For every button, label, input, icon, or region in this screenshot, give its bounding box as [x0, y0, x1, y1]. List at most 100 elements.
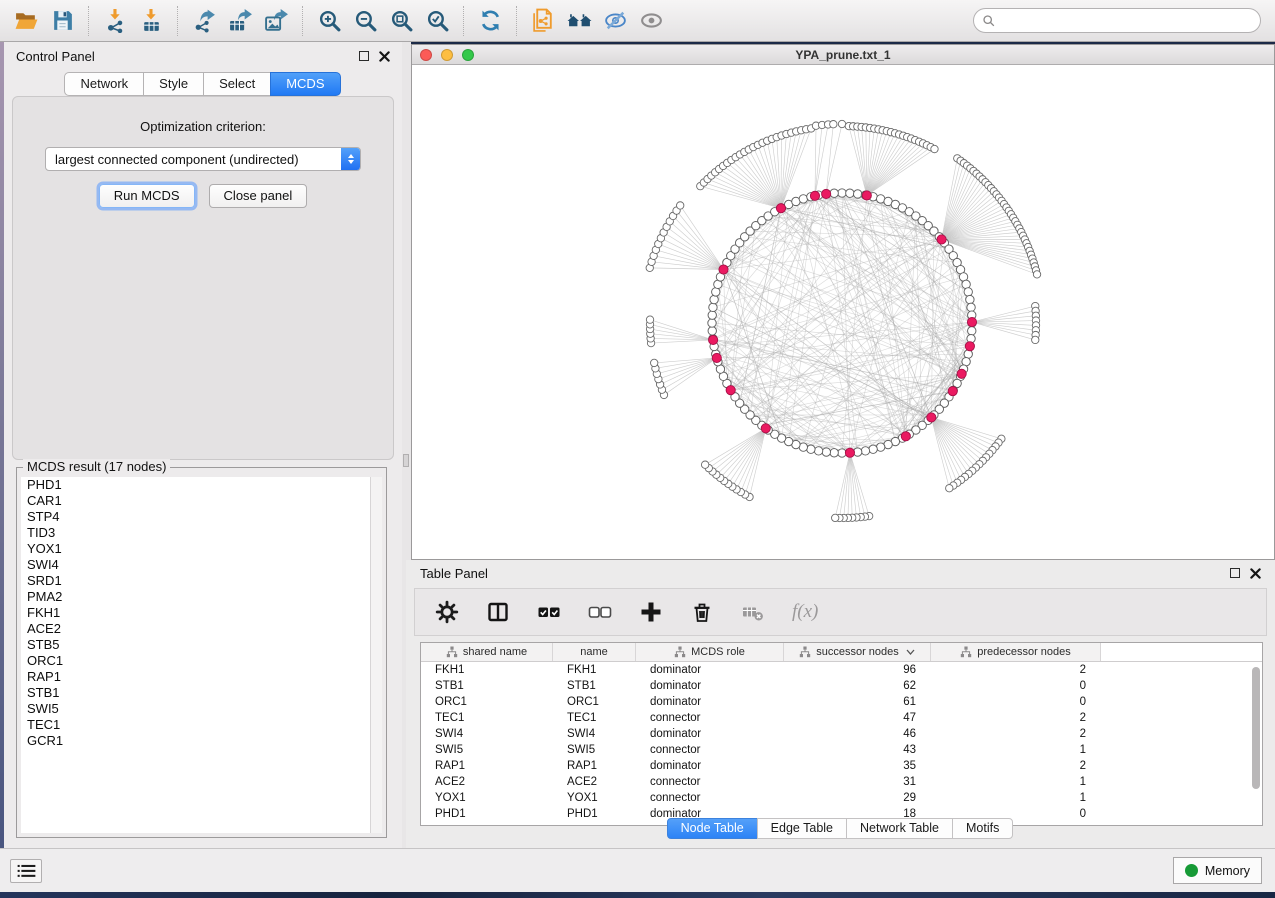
table-row[interactable]: STB1STB1dominator620	[421, 678, 1262, 694]
tab-edge-table[interactable]: Edge Table	[757, 818, 847, 839]
float-table-panel-icon[interactable]	[1230, 568, 1240, 578]
mcds-panel: Optimization criterion: largest connecte…	[12, 96, 394, 460]
import-table-icon[interactable]	[133, 5, 169, 37]
float-panel-icon[interactable]	[359, 51, 369, 61]
splitter-handle[interactable]	[403, 454, 409, 467]
cell-MCDS-role: connector	[636, 742, 784, 758]
tab-style[interactable]: Style	[143, 72, 204, 96]
cell-MCDS-role: dominator	[636, 662, 784, 678]
cell-shared-name: SWI4	[421, 726, 553, 742]
show-eye-icon[interactable]	[633, 5, 669, 37]
column-header-shared-name[interactable]: shared name	[421, 643, 553, 661]
deselect-all-checkboxes-icon[interactable]	[588, 600, 612, 624]
tab-network[interactable]: Network	[64, 72, 144, 96]
split-columns-icon[interactable]	[486, 600, 510, 624]
mcds-result-item[interactable]: STP4	[21, 509, 382, 525]
refresh-icon[interactable]	[472, 5, 508, 37]
close-panel-button[interactable]: Close panel	[209, 184, 308, 208]
table-row[interactable]: TEC1TEC1connector472	[421, 710, 1262, 726]
mcds-result-item[interactable]: ORC1	[21, 653, 382, 669]
table-row[interactable]: SWI4SWI4dominator462	[421, 726, 1262, 742]
mcds-result-item[interactable]: SRD1	[21, 573, 382, 589]
memory-button[interactable]: Memory	[1173, 857, 1262, 884]
mcds-result-item[interactable]: YOX1	[21, 541, 382, 557]
table-bottom-tabs: Node TableEdge TableNetwork TableMotifs	[406, 818, 1275, 839]
network-window-titlebar[interactable]: YPA_prune.txt_1	[412, 45, 1274, 65]
control-panel-tabs: NetworkStyleSelectMCDS	[4, 72, 402, 96]
export-image-icon[interactable]	[258, 5, 294, 37]
open-session-icon[interactable]	[8, 5, 44, 37]
mcds-result-item[interactable]: PHD1	[21, 477, 382, 493]
mcds-result-item[interactable]: FKH1	[21, 605, 382, 621]
mcds-result-item[interactable]: PMA2	[21, 589, 382, 605]
function-builder-icon[interactable]: f(x)	[792, 601, 818, 623]
criterion-select[interactable]: largest connected component (undirected)	[45, 147, 361, 171]
export-network-icon[interactable]	[186, 5, 222, 37]
tab-node-table[interactable]: Node Table	[667, 818, 758, 839]
column-header-successor-nodes[interactable]: successor nodes	[784, 643, 931, 661]
window-close-icon[interactable]	[420, 49, 432, 61]
close-table-panel-icon[interactable]	[1250, 568, 1261, 579]
mcds-list-scrollbar[interactable]	[370, 477, 382, 833]
table-row[interactable]: ORC1ORC1dominator610	[421, 694, 1262, 710]
search-input[interactable]	[996, 11, 1260, 31]
cell-name: YOX1	[553, 790, 636, 806]
mcds-result-item[interactable]: STB1	[21, 685, 382, 701]
export-table-icon[interactable]	[222, 5, 258, 37]
mcds-result-item[interactable]: SWI5	[21, 701, 382, 717]
mcds-result-list[interactable]: PHD1CAR1STP4TID3YOX1SWI4SRD1PMA2FKH1ACE2…	[21, 477, 382, 833]
status-bar: Memory	[0, 848, 1275, 892]
table-row[interactable]: FKH1FKH1dominator962	[421, 662, 1262, 678]
network-canvas[interactable]	[412, 65, 1274, 559]
mcds-result-item[interactable]: RAP1	[21, 669, 382, 685]
zoom-in-icon[interactable]	[311, 5, 347, 37]
mcds-result-item[interactable]: TEC1	[21, 717, 382, 733]
table-scrollbar[interactable]	[1251, 664, 1261, 823]
zoom-fit-icon[interactable]	[383, 5, 419, 37]
cell-MCDS-role: connector	[636, 790, 784, 806]
home-pages-icon[interactable]	[561, 5, 597, 37]
tab-mcds[interactable]: MCDS	[270, 72, 340, 96]
column-header-name[interactable]: name	[553, 643, 636, 661]
delete-column-icon[interactable]	[690, 600, 714, 624]
table-row[interactable]: ACE2ACE2connector311	[421, 774, 1262, 790]
window-minimize-icon[interactable]	[441, 49, 453, 61]
mcds-result-item[interactable]: ACE2	[21, 621, 382, 637]
tab-network-table[interactable]: Network Table	[846, 818, 953, 839]
toolbar-separator	[516, 6, 517, 36]
cell-name: SWI5	[553, 742, 636, 758]
run-mcds-button[interactable]: Run MCDS	[99, 184, 195, 208]
column-header-predecessor-nodes[interactable]: predecessor nodes	[931, 643, 1101, 661]
window-zoom-icon[interactable]	[462, 49, 474, 61]
cell-MCDS-role: connector	[636, 710, 784, 726]
zoom-out-icon[interactable]	[347, 5, 383, 37]
table-row[interactable]: YOX1YOX1connector291	[421, 790, 1262, 806]
table-row[interactable]: RAP1RAP1dominator352	[421, 758, 1262, 774]
table-scrollbar-thumb[interactable]	[1252, 667, 1260, 789]
cell-name: TEC1	[553, 710, 636, 726]
task-history-button[interactable]	[10, 859, 42, 883]
cell-predecessor-nodes: 2	[931, 726, 1101, 742]
mcds-result-item[interactable]: STB5	[21, 637, 382, 653]
gear-icon[interactable]	[435, 600, 459, 624]
mcds-result-item[interactable]: SWI4	[21, 557, 382, 573]
save-session-icon[interactable]	[44, 5, 80, 37]
search-field[interactable]	[973, 8, 1261, 33]
hide-style-icon[interactable]	[597, 5, 633, 37]
select-all-checkboxes-icon[interactable]	[537, 600, 561, 624]
mcds-result-items: PHD1CAR1STP4TID3YOX1SWI4SRD1PMA2FKH1ACE2…	[21, 477, 382, 749]
delete-table-icon[interactable]	[741, 600, 765, 624]
mcds-result-item[interactable]: TID3	[21, 525, 382, 541]
mcds-result-item[interactable]: CAR1	[21, 493, 382, 509]
import-network-icon[interactable]	[97, 5, 133, 37]
column-header-MCDS-role[interactable]: MCDS role	[636, 643, 784, 661]
zoom-selected-icon[interactable]	[419, 5, 455, 37]
close-panel-icon[interactable]	[379, 51, 390, 62]
cell-shared-name: SWI5	[421, 742, 553, 758]
table-row[interactable]: SWI5SWI5connector431	[421, 742, 1262, 758]
tab-motifs[interactable]: Motifs	[952, 818, 1013, 839]
share-document-icon[interactable]	[525, 5, 561, 37]
add-column-icon[interactable]	[639, 600, 663, 624]
mcds-result-item[interactable]: GCR1	[21, 733, 382, 749]
tab-select[interactable]: Select	[203, 72, 271, 96]
